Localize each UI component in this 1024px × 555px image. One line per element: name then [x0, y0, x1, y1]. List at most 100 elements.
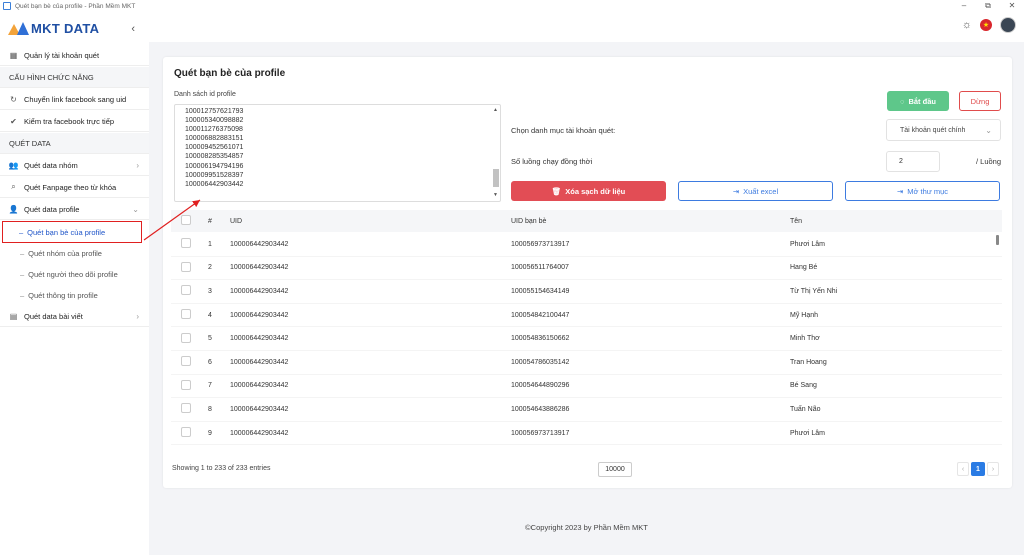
sidebar-item-scan-profile[interactable]: 👤 Quét data profile ⌄ [0, 199, 149, 220]
document-icon: ▤ [9, 311, 18, 321]
table-row[interactable]: 6 100006442903442 100054786035142 Tran Hoan… [171, 351, 1002, 375]
section-config: CẤU HÌNH CHỨC NĂNG [0, 67, 149, 88]
row-uid: 100006442903442 [230, 335, 289, 343]
page-1-button[interactable]: 1 [971, 462, 985, 476]
id-list-scrollbar[interactable]: ▲ ▼ [493, 107, 499, 199]
row-uid: 100006442903442 [230, 382, 289, 390]
collapse-sidebar-icon[interactable]: ‹ [131, 23, 135, 35]
id-list-line: 100012757621793 [185, 108, 244, 115]
maximize-button[interactable]: ⧉ [976, 1, 1000, 11]
export-icon: ⇥ [732, 186, 740, 196]
row-checkbox[interactable] [181, 403, 191, 414]
sidebar-item-check-live[interactable]: ✔ Kiểm tra facebook trực tiếp [0, 111, 149, 132]
dash-icon: – [20, 291, 25, 300]
id-list-textarea[interactable]: 100012757621793 100005340098882 1000112763… [174, 104, 501, 202]
table-row[interactable]: 8 100006442903442 100054643886286 Tuấn Não [171, 398, 1002, 422]
row-checkbox-cell [181, 427, 191, 439]
window-title: Quét bạn bè của profile - Phần Mềm MKT [15, 2, 136, 10]
page-title: Quét bạn bè của profile [174, 68, 286, 79]
row-checkbox[interactable] [181, 356, 191, 367]
start-button[interactable]: ◌ Bắt đầu [887, 91, 949, 111]
row-checkbox[interactable] [181, 285, 191, 296]
main-card: Quét bạn bè của profile Danh sách id pro… [163, 57, 1012, 488]
row-num: 3 [208, 287, 212, 295]
row-num: 9 [208, 429, 212, 437]
close-button[interactable]: ✕ [1000, 1, 1024, 11]
scroll-down-icon[interactable]: ▼ [493, 191, 498, 200]
window-titlebar: Quét bạn bè của profile - Phần Mềm MKT –… [0, 0, 1024, 12]
sidebar-item-convert-link[interactable]: ↻ Chuyển link facebook sang uid [0, 89, 149, 110]
vietnam-flag-icon[interactable]: ★ [980, 19, 992, 31]
row-friend-uid: 100054644890296 [511, 382, 570, 390]
table-row[interactable]: 4 100006442903442 100054842100447 Mỹ Hạnh [171, 304, 1002, 328]
table-scrollbar[interactable] [996, 235, 999, 245]
sidebar-item-scan-fanpage[interactable]: ⌕ Quét Fanpage theo từ khóa [0, 177, 149, 198]
row-checkbox-cell [181, 261, 191, 274]
row-friend-uid: 100056511764007 [511, 264, 569, 272]
row-num: 7 [208, 382, 212, 390]
row-name: Hang Bé [790, 264, 818, 272]
header-num: # [208, 217, 212, 225]
category-value: Tài khoản quét chính [900, 126, 966, 134]
row-uid: 100006442903442 [230, 240, 289, 248]
sidebar-item-scan-group[interactable]: 👥 Quét data nhóm › [0, 155, 149, 176]
row-checkbox[interactable] [181, 332, 191, 343]
page-size-select[interactable]: 10000 [598, 462, 632, 477]
next-page-button[interactable]: › [987, 462, 999, 476]
id-list-line: 100011276375098 [185, 126, 243, 134]
table-row[interactable]: 7 100006442903442 100054644890296 Bé Sang [171, 375, 1002, 399]
row-checkbox[interactable] [181, 427, 191, 438]
sidebar-item-label: Quét data nhóm [24, 160, 78, 170]
table-row[interactable]: 2 100006442903442 100056511764007 Hang Bé [171, 257, 1002, 281]
sidebar-item-accounts[interactable]: ▦ Quản lý tài khoản quét [0, 45, 149, 66]
dash-icon: – [19, 227, 24, 237]
sidebar-sub-scan-friends[interactable]: – Quét bạn bè của profile [2, 221, 142, 243]
row-name: Bé Sang [790, 382, 817, 390]
search-icon: ⌕ [11, 182, 16, 191]
open-folder-label: Mở thư mục [907, 186, 949, 196]
sidebar-sub-scan-info[interactable]: – Quét thông tin profile [0, 285, 149, 306]
clear-label: Xóa sạch dữ liệu [565, 186, 626, 196]
sidebar-item-label: Chuyển link facebook sang uid [24, 94, 127, 104]
row-friend-uid: 100056973713917 [511, 240, 570, 248]
clear-data-button[interactable]: 🗑 Xóa sạch dữ liệu [511, 181, 666, 201]
theme-toggle-icon[interactable]: ☼ [962, 19, 972, 31]
avatar[interactable] [1000, 17, 1016, 33]
open-folder-button[interactable]: ⇥ Mở thư mục [845, 181, 1000, 201]
sidebar-item-label: Quét data bài viết [24, 311, 83, 321]
row-checkbox[interactable] [181, 379, 191, 390]
sidebar-item-label: Kiểm tra facebook trực tiếp [24, 116, 115, 126]
sidebar-item-scan-posts[interactable]: ▤ Quét data bài viết › [0, 306, 149, 327]
row-checkbox[interactable] [181, 261, 191, 272]
row-checkbox[interactable] [181, 238, 191, 249]
check-circle-icon: ✔ [10, 116, 17, 126]
dash-icon: – [20, 270, 25, 279]
grid-icon: ▦ [9, 50, 18, 60]
sidebar-sub-scan-followers[interactable]: – Quét người theo dõi profile [0, 264, 149, 285]
category-select[interactable]: Tài khoản quét chính ⌄ [886, 119, 1001, 141]
sidebar-sub-scan-groups[interactable]: – Quét nhóm của profile [0, 243, 149, 264]
stop-button[interactable]: Dừng [959, 91, 1001, 111]
section-scan: QUÉT DATA [0, 133, 149, 154]
select-all-checkbox[interactable] [181, 215, 191, 225]
scroll-up-icon[interactable]: ▲ [493, 106, 498, 115]
row-num: 8 [208, 405, 212, 413]
row-checkbox-cell [181, 332, 191, 345]
sidebar: MKT DATA ‹ ▦ Quản lý tài khoản quét CẤU … [0, 12, 149, 555]
minimize-button[interactable]: – [952, 1, 976, 11]
row-checkbox[interactable] [181, 309, 191, 320]
table-row[interactable]: 1 100006442903442 100056973713917 Phươi Lâm [171, 233, 1002, 257]
chevron-down-icon: ⌄ [985, 125, 992, 135]
prev-page-button[interactable]: ‹ [957, 462, 969, 476]
sidebar-item-label: Quét data profile [24, 204, 80, 214]
table-row[interactable]: 5 100006442903442 100054836150662 Minh Thơ [171, 327, 1002, 351]
row-checkbox-cell [181, 238, 191, 250]
table-row[interactable]: 9 100006442903442 100056973713917 Phươi Lâm [171, 422, 1002, 446]
spinner-icon: ◌ [900, 96, 905, 106]
table-header: # UID UID bạn bè Tên [171, 210, 1002, 232]
chevron-right-icon: › [136, 311, 139, 321]
export-excel-button[interactable]: ⇥ Xuất excel [678, 181, 833, 201]
row-checkbox-cell [181, 356, 191, 368]
table-row[interactable]: 3 100006442903442 100055154634149 Từ Thị Yế… [171, 280, 1002, 304]
threads-input[interactable]: 2 [886, 151, 940, 172]
